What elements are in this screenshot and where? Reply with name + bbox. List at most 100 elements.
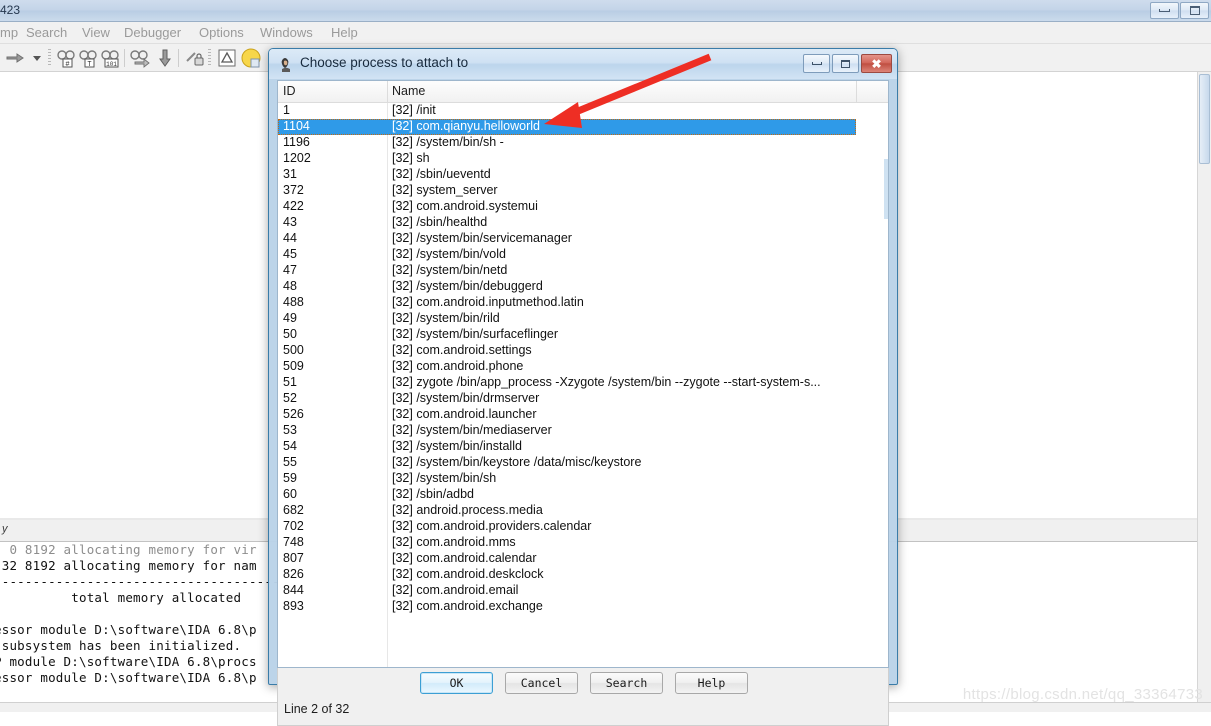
process-name-cell: [32] com.android.calendar [392, 551, 537, 565]
process-name-cell: [32] zygote /bin/app_process -Xzygote /s… [392, 375, 821, 389]
table-row[interactable]: 50 [32] /system/bin/surfaceflinger [278, 327, 888, 343]
table-row[interactable]: 31 [32] /sbin/ueventd [278, 167, 888, 183]
dropdown-arrow-icon[interactable] [26, 47, 48, 69]
table-row[interactable]: 1202 [32] sh [278, 151, 888, 167]
table-row[interactable]: 45 [32] /system/bin/vold [278, 247, 888, 263]
main-minimize-button[interactable] [1150, 2, 1179, 19]
list-scrollbar-thumb[interactable] [884, 159, 888, 219]
table-row[interactable]: 59 [32] /system/bin/sh [278, 471, 888, 487]
header-separator-2[interactable] [856, 81, 857, 102]
csdn-watermark: https://blog.csdn.net/qq_33364733 [962, 686, 1203, 703]
process-name-cell: [32] /sbin/ueventd [392, 167, 491, 181]
table-row[interactable]: 826 [32] com.android.deskclock [278, 567, 888, 583]
menu-item-windows[interactable]: Windows [260, 25, 313, 40]
process-name-cell: [32] /system/bin/mediaserver [392, 423, 552, 437]
toolbar-separator [48, 49, 51, 67]
output-tab-label[interactable]: y [2, 523, 8, 535]
process-id-cell: 1196 [283, 135, 310, 149]
table-row[interactable]: 48 [32] /system/bin/debuggerd [278, 279, 888, 295]
warning-triangle-icon[interactable] [216, 47, 238, 69]
table-row[interactable]: 509 [32] com.android.phone [278, 359, 888, 375]
menu-item-jump[interactable]: mp [0, 25, 18, 40]
search-binoculars-numeric-icon[interactable]: 101 [100, 47, 122, 69]
process-list[interactable]: ID Name 1 [32] /init 1104 [32] com.qianyu.h… [277, 80, 889, 668]
table-row[interactable]: 372 [32] system_server [278, 183, 888, 199]
step-down-arrow-icon[interactable] [154, 47, 176, 69]
dialog-button-row: OK Cancel Search Help [278, 672, 890, 694]
search-binoculars-hash-icon[interactable]: # [56, 47, 78, 69]
dialog-titlebar[interactable]: Choose process to attach to ✖ [269, 49, 897, 79]
table-row[interactable]: 53 [32] /system/bin/mediaserver [278, 423, 888, 439]
process-name-cell: [32] /system/bin/servicemanager [392, 231, 572, 245]
menu-item-help[interactable]: Help [331, 25, 358, 40]
header-separator[interactable] [387, 81, 388, 102]
process-id-cell: 49 [283, 311, 297, 325]
jump-arrow-icon[interactable] [4, 47, 26, 69]
table-row[interactable]: 49 [32] /system/bin/rild [278, 311, 888, 327]
dialog-restore-button[interactable] [832, 54, 859, 73]
table-row[interactable]: 526 [32] com.android.launcher [278, 407, 888, 423]
dialog-minimize-button[interactable] [803, 54, 830, 73]
table-row[interactable]: 55 [32] /system/bin/keystore /data/misc/k… [278, 455, 888, 471]
process-id-cell: 1104 [283, 119, 310, 133]
process-id-cell: 526 [283, 407, 304, 421]
main-vertical-scrollbar[interactable] [1197, 72, 1211, 702]
ok-button[interactable]: OK [420, 672, 493, 694]
toolbar-separator-2 [208, 49, 211, 67]
choose-process-dialog[interactable]: Choose process to attach to ✖ ID Name 1 [… [268, 48, 898, 726]
table-row[interactable]: 44 [32] /system/bin/servicemanager [278, 231, 888, 247]
table-row[interactable]: 500 [32] com.android.settings [278, 343, 888, 359]
table-row[interactable]: 1104 [32] com.qianyu.helloworld [278, 119, 856, 135]
log-line: 32 8192 allocating memory for nam [0, 558, 257, 573]
table-row[interactable]: 748 [32] com.android.mms [278, 535, 888, 551]
table-row[interactable]: 51 [32] zygote /bin/app_process -Xzygote … [278, 375, 888, 391]
toolbar-divider-2 [178, 49, 179, 67]
cancel-button[interactable]: Cancel [505, 672, 578, 694]
log-line: essor module D:\software\IDA 6.8\p [0, 670, 257, 685]
process-id-cell: 500 [283, 343, 304, 357]
process-list-rows[interactable]: 1 [32] /init 1104 [32] com.qianyu.helloworl… [278, 103, 888, 667]
table-row[interactable]: 43 [32] /sbin/healthd [278, 215, 888, 231]
yellow-circle-icon[interactable] [240, 47, 262, 69]
search-binoculars-text-icon[interactable]: T [78, 47, 100, 69]
process-name-cell: [32] android.process.media [392, 503, 543, 517]
table-row[interactable]: 422 [32] com.android.systemui [278, 199, 888, 215]
close-icon: ✖ [871, 56, 882, 71]
table-row[interactable]: 844 [32] com.android.email [278, 583, 888, 599]
table-row[interactable]: 1196 [32] /system/bin/sh - [278, 135, 888, 151]
help-button[interactable]: Help [675, 672, 748, 694]
line-status-label: Line 2 of 32 [284, 702, 350, 716]
restore-icon [841, 59, 850, 68]
table-row[interactable]: 488 [32] com.android.inputmethod.latin [278, 295, 888, 311]
menu-item-options[interactable]: Options [199, 25, 244, 40]
process-name-cell: [32] /sbin/adbd [392, 487, 475, 501]
no-entry-lock-icon[interactable] [184, 47, 206, 69]
table-row[interactable]: 60 [32] /sbin/adbd [278, 487, 888, 503]
search-button[interactable]: Search [590, 672, 663, 694]
table-row[interactable]: 682 [32] android.process.media [278, 503, 888, 519]
minimize-icon [1159, 9, 1170, 12]
main-maximize-button[interactable] [1180, 2, 1209, 19]
process-id-cell: 488 [283, 295, 304, 309]
process-name-cell: [32] com.android.providers.calendar [392, 519, 592, 533]
menu-item-debugger[interactable]: Debugger [124, 25, 181, 40]
table-row[interactable]: 1 [32] /init [278, 103, 888, 119]
table-row[interactable]: 52 [32] /system/bin/drmserver [278, 391, 888, 407]
table-row[interactable]: 702 [32] com.android.providers.calendar [278, 519, 888, 535]
table-row[interactable]: 54 [32] /system/bin/installd [278, 439, 888, 455]
scrollbar-thumb[interactable] [1199, 74, 1210, 164]
dialog-close-button[interactable]: ✖ [861, 54, 892, 73]
column-header-name[interactable]: Name [392, 84, 425, 98]
table-row[interactable]: 807 [32] com.android.calendar [278, 551, 888, 567]
table-row[interactable]: 893 [32] com.android.exchange [278, 599, 888, 615]
column-header-id[interactable]: ID [283, 84, 296, 98]
menu-item-view[interactable]: View [82, 25, 110, 40]
process-name-cell: [32] /system/bin/sh - [392, 135, 504, 149]
search-next-binoculars-icon[interactable] [130, 47, 152, 69]
process-id-cell: 60 [283, 487, 297, 501]
table-row[interactable]: 47 [32] /system/bin/netd [278, 263, 888, 279]
list-vertical-scrollbar[interactable] [884, 103, 888, 667]
process-id-cell: 53 [283, 423, 297, 437]
maximize-icon [1189, 6, 1200, 15]
menu-item-search[interactable]: Search [26, 25, 67, 40]
